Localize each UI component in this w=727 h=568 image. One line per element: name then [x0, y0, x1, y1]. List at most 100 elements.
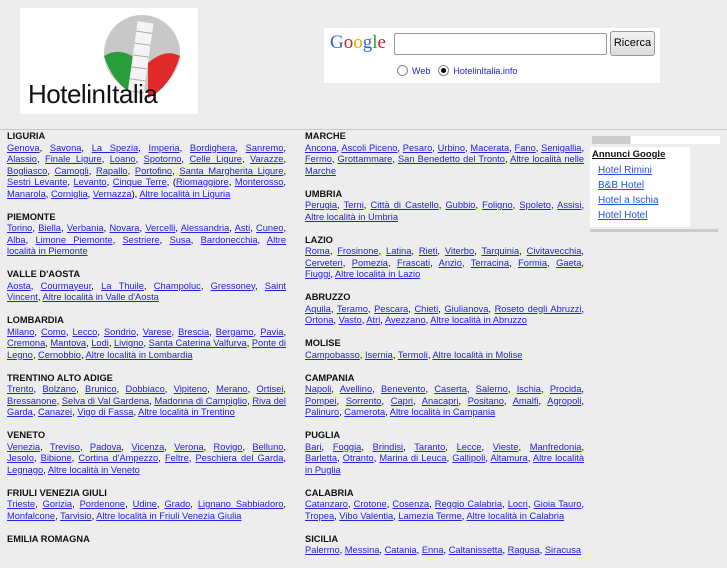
city-link[interactable]: Champoluc [154, 281, 201, 291]
city-link[interactable]: Aosta [7, 281, 31, 291]
city-link[interactable]: Anzio [439, 258, 462, 268]
city-link[interactable]: Catania [385, 545, 417, 555]
city-link[interactable]: Altre località in Campania [390, 407, 495, 417]
city-link[interactable]: Tarquinia [481, 246, 519, 256]
city-link[interactable]: Messina [345, 545, 380, 555]
city-link[interactable]: Latina [386, 246, 411, 256]
city-link[interactable]: Ortisei [257, 384, 284, 394]
city-link[interactable]: Como [41, 327, 66, 337]
city-link[interactable]: Fano [515, 143, 536, 153]
city-link[interactable]: Caltanissetta [449, 545, 503, 555]
city-link[interactable]: Verona [174, 442, 203, 452]
city-link[interactable]: Torino [7, 223, 32, 233]
city-link[interactable]: Milano [7, 327, 34, 337]
city-link[interactable]: Cosenza [392, 499, 429, 509]
city-link[interactable]: Dobbiaco [125, 384, 164, 394]
city-link[interactable]: Brescia [178, 327, 209, 337]
city-link[interactable]: Agropoli [547, 396, 581, 406]
city-link[interactable]: Pomezia [352, 258, 388, 268]
city-link[interactable]: Altre località in Liguria [139, 189, 230, 199]
city-link[interactable]: Napoli [305, 384, 331, 394]
radio-web-label[interactable]: Web [412, 66, 430, 76]
city-link[interactable]: Jesolo [7, 453, 34, 463]
city-link[interactable]: Taranto [414, 442, 445, 452]
city-link[interactable]: Ascoli Piceno [341, 143, 397, 153]
city-link[interactable]: Peschiera del Garda [195, 453, 283, 463]
city-link[interactable]: Altre località in Umbria [305, 212, 398, 222]
city-link[interactable]: Sanremo [246, 143, 284, 153]
ad-link[interactable]: Hotel Hotel [592, 208, 688, 223]
city-link[interactable]: Rovigo [214, 442, 243, 452]
city-link[interactable]: Udine [133, 499, 157, 509]
city-link[interactable]: Brindisi [373, 442, 403, 452]
city-link[interactable]: Monterosso [235, 177, 284, 187]
city-link[interactable]: Cuneo [256, 223, 283, 233]
city-link[interactable]: Tarvisio [60, 511, 92, 521]
city-link[interactable]: Altre località in Abruzzo [430, 315, 527, 325]
city-link[interactable]: Tropea [305, 511, 334, 521]
city-link[interactable]: Pescara [374, 304, 408, 314]
city-link[interactable]: Livigno [114, 338, 143, 348]
city-link[interactable]: Frosinone [337, 246, 378, 256]
city-link[interactable]: Palermo [305, 545, 340, 555]
city-link[interactable]: Courmayeur [41, 281, 92, 291]
city-link[interactable]: Foggia [333, 442, 361, 452]
city-link[interactable]: Aquila [305, 304, 331, 314]
city-link[interactable]: Chieti [414, 304, 438, 314]
city-link[interactable]: Roseto degli Abruzzi [495, 304, 582, 314]
city-link[interactable]: Avezzano [385, 315, 426, 325]
city-link[interactable]: Padova [90, 442, 122, 452]
city-link[interactable]: Civitavecchia [527, 246, 582, 256]
city-link[interactable]: Canazei [38, 407, 72, 417]
city-link[interactable]: Terracina [471, 258, 509, 268]
city-link[interactable]: Biella [38, 223, 61, 233]
city-link[interactable]: Anacapri [422, 396, 459, 406]
city-link[interactable]: Assisi [557, 200, 581, 210]
city-link[interactable]: Benevento [381, 384, 425, 394]
city-link[interactable]: Macerata [470, 143, 509, 153]
city-link[interactable]: Vipiteno [174, 384, 207, 394]
city-link[interactable]: Vibo Valentia [339, 511, 393, 521]
city-link[interactable]: Città di Castello [371, 200, 439, 210]
city-link[interactable]: Gressoney [211, 281, 255, 291]
city-link[interactable]: Limone Piemonte [36, 235, 113, 245]
city-link[interactable]: Bibione [41, 453, 72, 463]
city-link[interactable]: Cortina d'Ampezzo [78, 453, 158, 463]
city-link[interactable]: Capri [391, 396, 413, 406]
city-link[interactable]: Cernobbio [38, 350, 81, 360]
city-link[interactable]: Gorizia [43, 499, 72, 509]
city-link[interactable]: Giulianova [444, 304, 488, 314]
city-link[interactable]: Monfalcone [7, 511, 55, 521]
city-link[interactable]: Fiuggi [305, 269, 330, 279]
city-link[interactable]: Celle Ligure [189, 154, 242, 164]
city-link[interactable]: Novara [109, 223, 139, 233]
city-link[interactable]: Vernazza [93, 189, 132, 199]
city-link[interactable]: Belluno [252, 442, 283, 452]
city-link[interactable]: Altre località in Veneto [48, 465, 140, 475]
city-link[interactable]: Pompei [305, 396, 337, 406]
city-link[interactable]: Spoleto [519, 200, 551, 210]
city-link[interactable]: Lecce [457, 442, 482, 452]
city-link[interactable]: Altre località in Molise [432, 350, 522, 360]
city-link[interactable]: Sorrento [346, 396, 382, 406]
city-link[interactable]: Camerota [344, 407, 385, 417]
city-link[interactable]: Otranto [343, 453, 374, 463]
city-link[interactable]: Gaeta [556, 258, 581, 268]
city-link[interactable]: Reggio Calabria [435, 499, 502, 509]
city-link[interactable]: Santa Caterina Valfurva [149, 338, 247, 348]
city-link[interactable]: Barletta [305, 453, 337, 463]
city-link[interactable]: Lignano Sabbiadoro [198, 499, 284, 509]
city-link[interactable]: Susa [170, 235, 191, 245]
city-link[interactable]: Lamezia Terme [398, 511, 461, 521]
city-link[interactable]: Imperia [149, 143, 180, 153]
city-link[interactable]: Gioia Tauro [534, 499, 582, 509]
city-link[interactable]: Bardonecchia [201, 235, 258, 245]
city-link[interactable]: Salerno [476, 384, 508, 394]
city-link[interactable]: Frascati [397, 258, 430, 268]
city-link[interactable]: Senigallia [541, 143, 581, 153]
city-link[interactable]: La Thuile [101, 281, 144, 291]
city-link[interactable]: Altre località in Friuli Venezia Giulia [96, 511, 241, 521]
ad-link[interactable]: Hotel Rimini [592, 163, 688, 178]
city-link[interactable]: Bressanone [7, 396, 57, 406]
city-link[interactable]: Bordighera [190, 143, 235, 153]
